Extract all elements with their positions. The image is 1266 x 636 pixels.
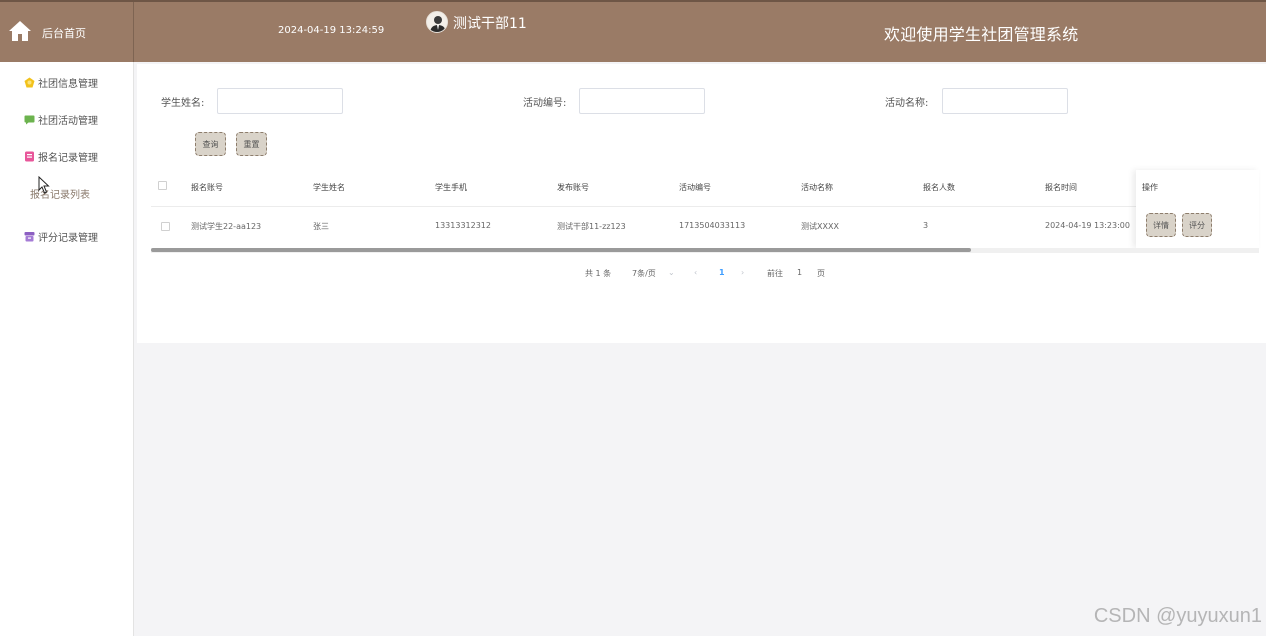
user-avatar[interactable]	[426, 11, 448, 33]
column-header: 活动名称	[801, 183, 833, 192]
activity-name-input[interactable]	[942, 88, 1068, 114]
cell-time: 2024-04-19 13:23:00	[1045, 221, 1130, 230]
home-label: 后台首页	[42, 27, 86, 40]
header-divider	[151, 206, 1259, 207]
sidebar-item-club-activity[interactable]: 社团活动管理	[24, 111, 98, 127]
mouse-cursor-icon	[38, 176, 50, 194]
page-number-current[interactable]: 1	[719, 268, 725, 277]
page-size-select[interactable]: 7条/页	[632, 268, 656, 279]
student-name-label: 学生姓名:	[161, 98, 205, 109]
chevron-down-icon[interactable]: ⌄	[668, 268, 675, 277]
goto-suffix: 页	[817, 269, 825, 278]
sidebar-item-label: 社团信息管理	[38, 78, 98, 90]
home-icon	[9, 21, 31, 41]
select-all-checkbox[interactable]	[158, 181, 167, 190]
student-name-input[interactable]	[217, 88, 343, 114]
column-header: 报名账号	[191, 183, 223, 192]
cell-student-name: 张三	[313, 222, 329, 231]
column-header: 学生姓名	[313, 183, 345, 192]
purple-archive-icon	[24, 231, 35, 241]
home-link[interactable]: 后台首页	[0, 2, 134, 62]
horizontal-scrollbar-thumb[interactable]	[151, 248, 971, 252]
query-button[interactable]: 查询	[195, 132, 226, 156]
activity-no-label: 活动编号:	[523, 98, 567, 109]
cell-activity-no: 1713504033113	[679, 221, 746, 230]
sidebar-item-score-records[interactable]: 评分记录管理	[24, 228, 98, 244]
user-name[interactable]: 测试干部11	[453, 13, 527, 33]
column-header: 操作	[1142, 183, 1158, 192]
main-content: 学生姓名: 活动编号: 活动名称: 查询 重置 报名账号 学生姓名 学生手机 发…	[137, 64, 1266, 343]
cell-phone: 13313312312	[435, 221, 491, 230]
green-chat-icon	[24, 115, 35, 124]
goto-page-input[interactable]: 1	[797, 268, 802, 277]
next-page-icon[interactable]: ›	[741, 268, 744, 277]
current-datetime: 2024-04-19 13:24:59	[278, 25, 385, 36]
system-title: 欢迎使用学生社团管理系统	[884, 25, 1079, 44]
cell-count: 3	[923, 221, 929, 230]
yellow-gem-icon	[24, 77, 35, 87]
cell-activity-name: 测试XXXX	[801, 222, 839, 231]
column-header: 发布账号	[557, 183, 589, 192]
goto-prefix: 前往	[767, 269, 783, 278]
column-header: 学生手机	[435, 183, 467, 192]
sidebar-item-label: 社团活动管理	[38, 115, 98, 127]
column-header: 活动编号	[679, 183, 711, 192]
sidebar: 社团信息管理 社团活动管理 报名记录管理 报名记录列表 评分记录管理	[0, 62, 134, 636]
activity-name-label: 活动名称:	[885, 98, 929, 109]
sidebar-item-signup-records[interactable]: 报名记录管理	[24, 148, 98, 164]
top-header: 后台首页 2024-04-19 13:24:59 测试干部11 欢迎使用学生社团…	[0, 0, 1266, 62]
prev-page-icon[interactable]: ‹	[694, 268, 697, 277]
reset-button[interactable]: 重置	[236, 132, 267, 156]
sidebar-item-club-info[interactable]: 社团信息管理	[24, 74, 98, 90]
sidebar-item-label: 报名记录管理	[38, 152, 98, 164]
signup-table: 报名账号 学生姓名 学生手机 发布账号 活动编号 活动名称 报名人数 报名时间 …	[151, 170, 1259, 253]
detail-button[interactable]: 详情	[1146, 213, 1176, 237]
cell-publisher: 测试干部11-zz123	[557, 222, 626, 231]
column-header: 报名人数	[923, 183, 955, 192]
csdn-watermark: CSDN @yuyuxun1	[1093, 605, 1262, 627]
avatar-person-icon	[430, 16, 446, 32]
activity-no-input[interactable]	[579, 88, 705, 114]
score-button[interactable]: 评分	[1182, 213, 1212, 237]
row-checkbox[interactable]	[161, 222, 170, 231]
pagination-total: 共 1 条	[585, 269, 612, 278]
column-header: 报名时间	[1045, 183, 1077, 192]
actions-column: 操作 详情 评分	[1136, 170, 1259, 248]
sidebar-item-label: 评分记录管理	[38, 232, 98, 244]
pink-document-icon	[25, 151, 34, 161]
cell-account: 测试学生22-aa123	[191, 222, 262, 231]
